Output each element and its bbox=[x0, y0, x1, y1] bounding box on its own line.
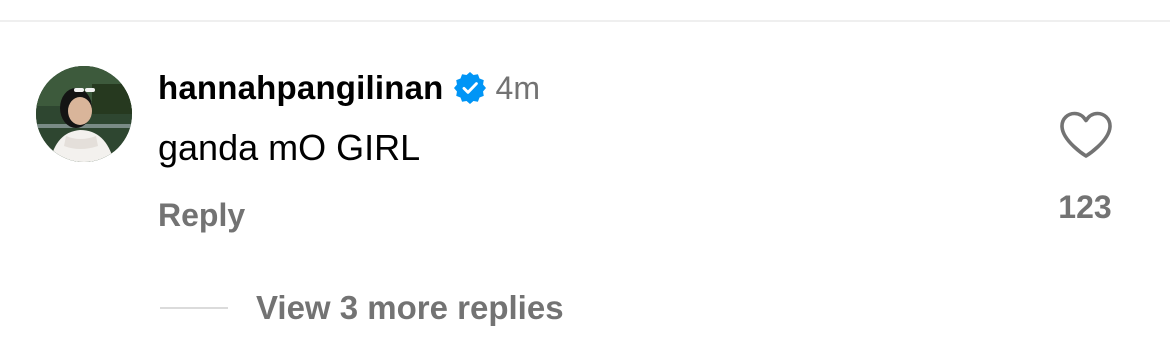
username-link[interactable]: hannahpangilinan bbox=[158, 69, 444, 107]
comment-text: ganda mO GIRL bbox=[158, 127, 421, 168]
comment-header: hannahpangilinan 4m bbox=[158, 66, 540, 110]
verified-badge-icon bbox=[453, 72, 486, 104]
comment-item: hannahpangilinan 4m ganda mO GIRL Reply … bbox=[0, 0, 1170, 353]
comment-timestamp: 4m bbox=[495, 69, 540, 106]
like-count: 123 bbox=[1058, 189, 1112, 225]
reply-button[interactable]: Reply bbox=[158, 194, 245, 236]
view-replies-label: View 3 more replies bbox=[256, 289, 564, 326]
replies-divider-line bbox=[160, 307, 228, 309]
view-replies-button[interactable]: View 3 more replies bbox=[160, 286, 564, 330]
avatar[interactable] bbox=[36, 66, 132, 162]
avatar-image bbox=[36, 66, 132, 162]
like-button[interactable] bbox=[1058, 110, 1114, 160]
heart-outline-icon bbox=[1060, 111, 1112, 158]
